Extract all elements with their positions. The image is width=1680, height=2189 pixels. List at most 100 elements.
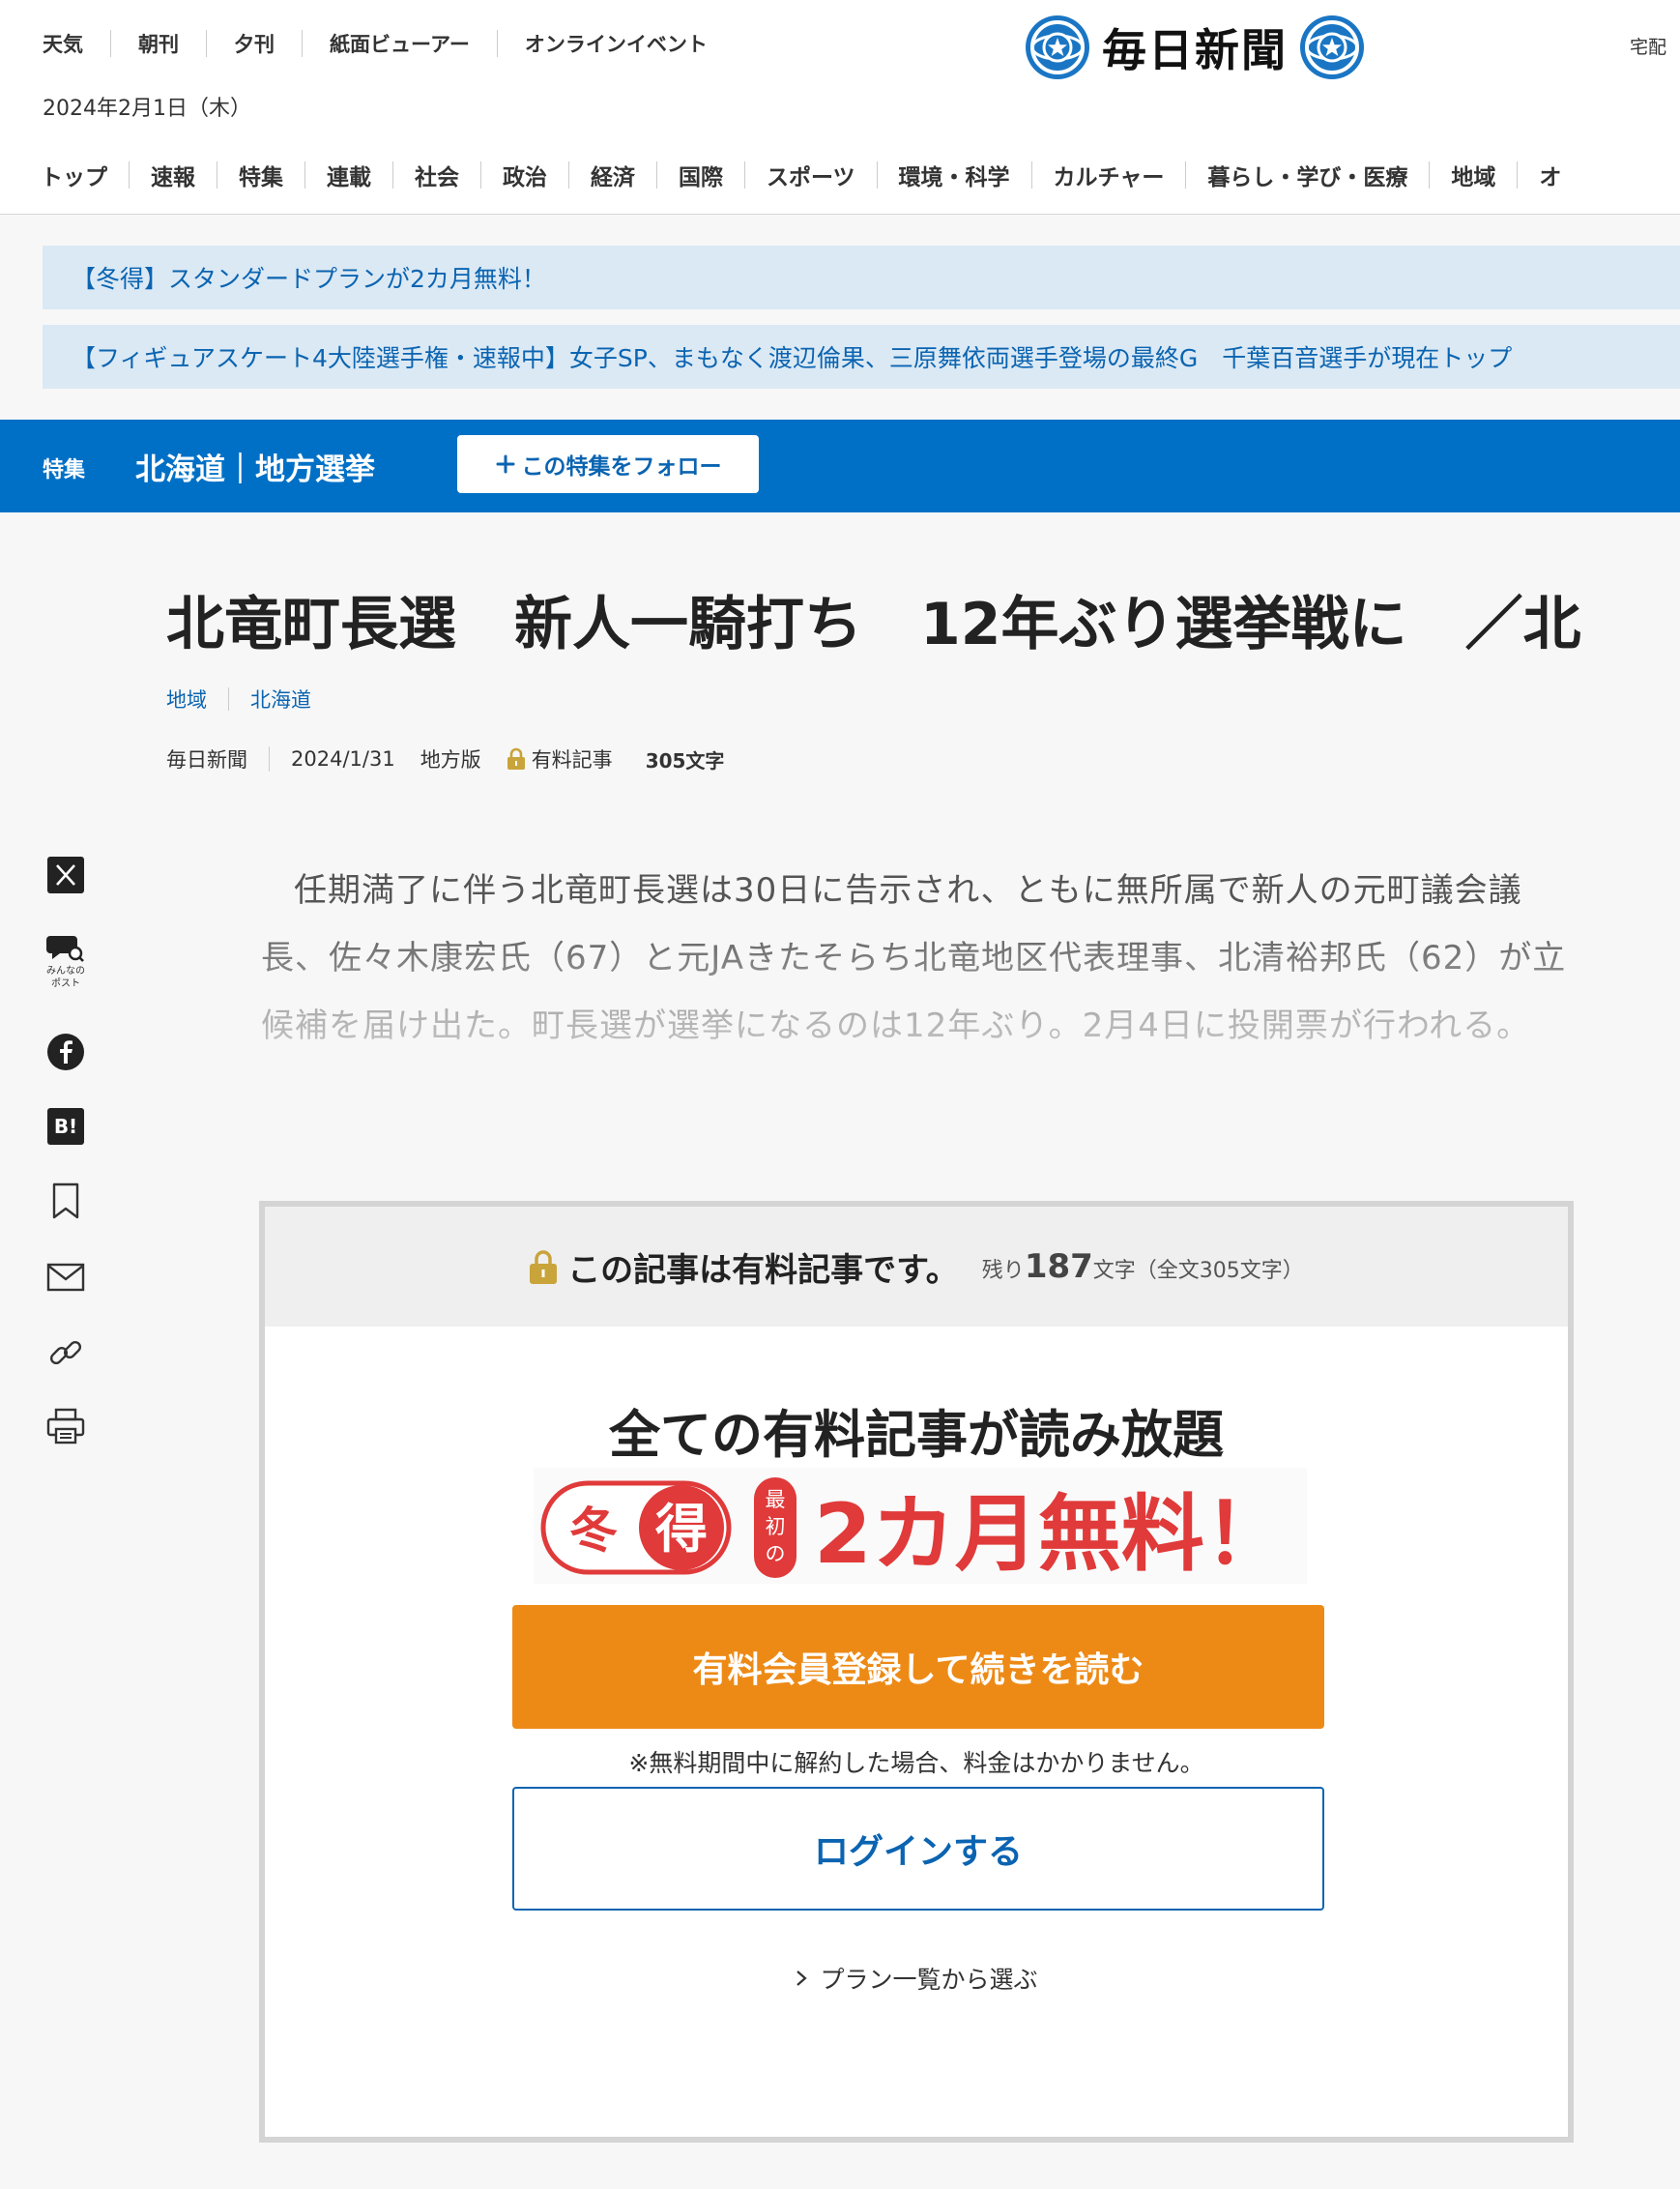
nav-environment-science[interactable]: 環境・科学	[899, 159, 1010, 191]
lock-icon	[530, 1250, 558, 1284]
paywall-box: この記事は有料記事です。 残り187文字（全文305文字） 全ての有料記事が読み…	[259, 1201, 1574, 2143]
article-edition: 地方版	[420, 748, 481, 772]
register-cta-button[interactable]: 有料会員登録して続きを読む	[512, 1605, 1324, 1729]
header-date: 2024年2月1日（木）	[43, 97, 251, 121]
divider	[656, 161, 657, 189]
copy-link-button[interactable]	[43, 1334, 89, 1371]
bookmark-icon	[52, 1182, 79, 1219]
facebook-icon	[47, 1034, 84, 1070]
utility-nav: 天気 朝刊 夕刊 紙面ビューアー オンラインイベント	[43, 29, 708, 58]
share-email-button[interactable]	[43, 1263, 89, 1292]
login-button[interactable]: ログインする	[512, 1787, 1324, 1911]
category-link-region[interactable]: 地域	[166, 685, 207, 714]
utility-link-weather[interactable]: 天気	[43, 29, 83, 58]
divider	[1185, 161, 1187, 189]
article-char-count: 305文字	[645, 748, 725, 773]
notice-breaking[interactable]: 【フィギュアスケート4大陸選手権・速報中】女子SP、まもなく渡辺倫果、三原舞依両…	[43, 325, 1680, 389]
promo-graphic: 冬 得 最 初 の 2カ月無料！	[540, 1477, 1288, 1583]
nav-top[interactable]: トップ	[41, 159, 107, 191]
divider	[302, 30, 303, 57]
logo-text: 毎日新聞	[1102, 24, 1288, 76]
nav-lifestyle[interactable]: 暮らし・学び・医療	[1207, 159, 1407, 191]
site-logo[interactable]: 毎日新聞	[1025, 14, 1382, 81]
print-button[interactable]	[43, 1408, 89, 1445]
share-facebook-button[interactable]	[43, 1033, 89, 1071]
remaining-prefix: 残り	[981, 1259, 1025, 1283]
follow-feature-button[interactable]: この特集をフォロー	[457, 435, 759, 493]
mail-icon	[46, 1263, 85, 1292]
promo-badge-char-2: 得	[655, 1499, 708, 1560]
share-hatena-button[interactable]: B!	[43, 1108, 89, 1145]
notice-campaign[interactable]: 【冬得】スタンダードプランが2カ月無料！	[43, 246, 1680, 309]
post-bubble-icon	[46, 936, 84, 962]
divider	[206, 30, 207, 57]
divider	[568, 161, 569, 189]
logo-emblem-icon	[1300, 15, 1364, 79]
nav-politics[interactable]: 政治	[503, 159, 547, 191]
print-icon	[46, 1408, 85, 1445]
text-fade-overlay	[166, 919, 1665, 1122]
remaining-suffix: 文字（全文305文字）	[1092, 1259, 1304, 1283]
nav-culture[interactable]: カルチャー	[1054, 159, 1165, 191]
plan-list-label: プラン一覧から選ぶ	[820, 1966, 1038, 1994]
paywall-remaining: 残り187文字（全文305文字）	[982, 1247, 1304, 1286]
divider	[269, 746, 270, 772]
feature-label: 特集	[43, 458, 86, 482]
logo-emblem-icon	[1026, 15, 1089, 79]
promo-first-label-3: の	[766, 1542, 786, 1565]
nav-international[interactable]: 国際	[679, 159, 723, 191]
post-label-line2: ポスト	[51, 978, 80, 989]
nav-society[interactable]: 社会	[415, 159, 459, 191]
nav-series[interactable]: 連載	[327, 159, 371, 191]
nav-features[interactable]: 特集	[239, 159, 283, 191]
utility-link-evening-edition[interactable]: 夕刊	[234, 29, 275, 58]
utility-link-morning-edition[interactable]: 朝刊	[138, 29, 179, 58]
utility-link-online-events[interactable]: オンラインイベント	[525, 29, 708, 58]
nav-sports[interactable]: スポーツ	[767, 159, 855, 191]
paywall-title: 全ての有料記事が読み放題	[609, 1406, 1224, 1465]
divider	[1517, 161, 1519, 189]
divider	[496, 30, 498, 57]
divider	[1030, 161, 1032, 189]
divider	[129, 161, 130, 189]
feature-band: 特集 北海道｜地方選挙 この特集をフォロー	[0, 420, 1680, 512]
feature-title[interactable]: 北海道｜地方選挙	[135, 445, 375, 488]
promo-headline: 2カ月無料！	[814, 1486, 1288, 1583]
paywall-heading: この記事は有料記事です。	[567, 1250, 959, 1290]
divider	[876, 161, 878, 189]
article-title: 北竜町長選 新人一騎打ち 12年ぶり選挙戦に ／北	[166, 591, 1581, 658]
nav-breaking[interactable]: 速報	[151, 159, 195, 191]
hatena-label: B!	[53, 1115, 78, 1138]
divider	[110, 30, 111, 57]
divider	[392, 161, 393, 189]
promo-first-label-1: 最	[766, 1488, 786, 1511]
nav-regional[interactable]: 地域	[1451, 159, 1495, 191]
free-trial-note: ※無料期間中に解約した場合、料金はかかりません。	[628, 1749, 1204, 1777]
home-delivery-link[interactable]: 宅配	[1630, 33, 1666, 59]
lock-icon	[507, 747, 525, 770]
divider	[228, 687, 229, 711]
article-categories: 地域 北海道	[166, 685, 311, 714]
plan-list-link[interactable]: プラン一覧から選ぶ	[265, 1961, 1568, 1996]
plus-icon	[496, 454, 514, 474]
site-header: 天気 朝刊 夕刊 紙面ビューアー オンラインイベント 2024年2月1日（木） …	[0, 0, 1680, 215]
post-label-line1: みんなの	[46, 966, 85, 977]
divider	[744, 161, 745, 189]
nav-more[interactable]: オ	[1539, 159, 1561, 191]
promo-badge-char-1: 冬	[569, 1503, 618, 1559]
share-x-button[interactable]	[43, 857, 89, 893]
category-link-hokkaido[interactable]: 北海道	[250, 685, 311, 714]
nav-economy[interactable]: 経済	[591, 159, 635, 191]
remaining-count: 187	[1024, 1247, 1093, 1286]
x-logo-icon	[47, 857, 84, 893]
article-meta: 毎日新聞 2024/1/31 地方版 有料記事 305文字	[166, 744, 724, 773]
link-icon	[49, 1340, 82, 1365]
share-minna-post-button[interactable]: みんなの ポスト	[43, 932, 89, 990]
paid-article-label: 有料記事	[531, 748, 613, 772]
bookmark-button[interactable]	[43, 1182, 89, 1220]
hatena-bookmark-icon: B!	[47, 1108, 84, 1145]
chevron-right-icon	[797, 1970, 808, 1986]
promo-banner: 冬 得 最 初 の 2カ月無料！	[534, 1468, 1307, 1584]
utility-link-paper-viewer[interactable]: 紙面ビューアー	[330, 29, 470, 58]
promo-first-label-2: 初	[766, 1515, 786, 1538]
